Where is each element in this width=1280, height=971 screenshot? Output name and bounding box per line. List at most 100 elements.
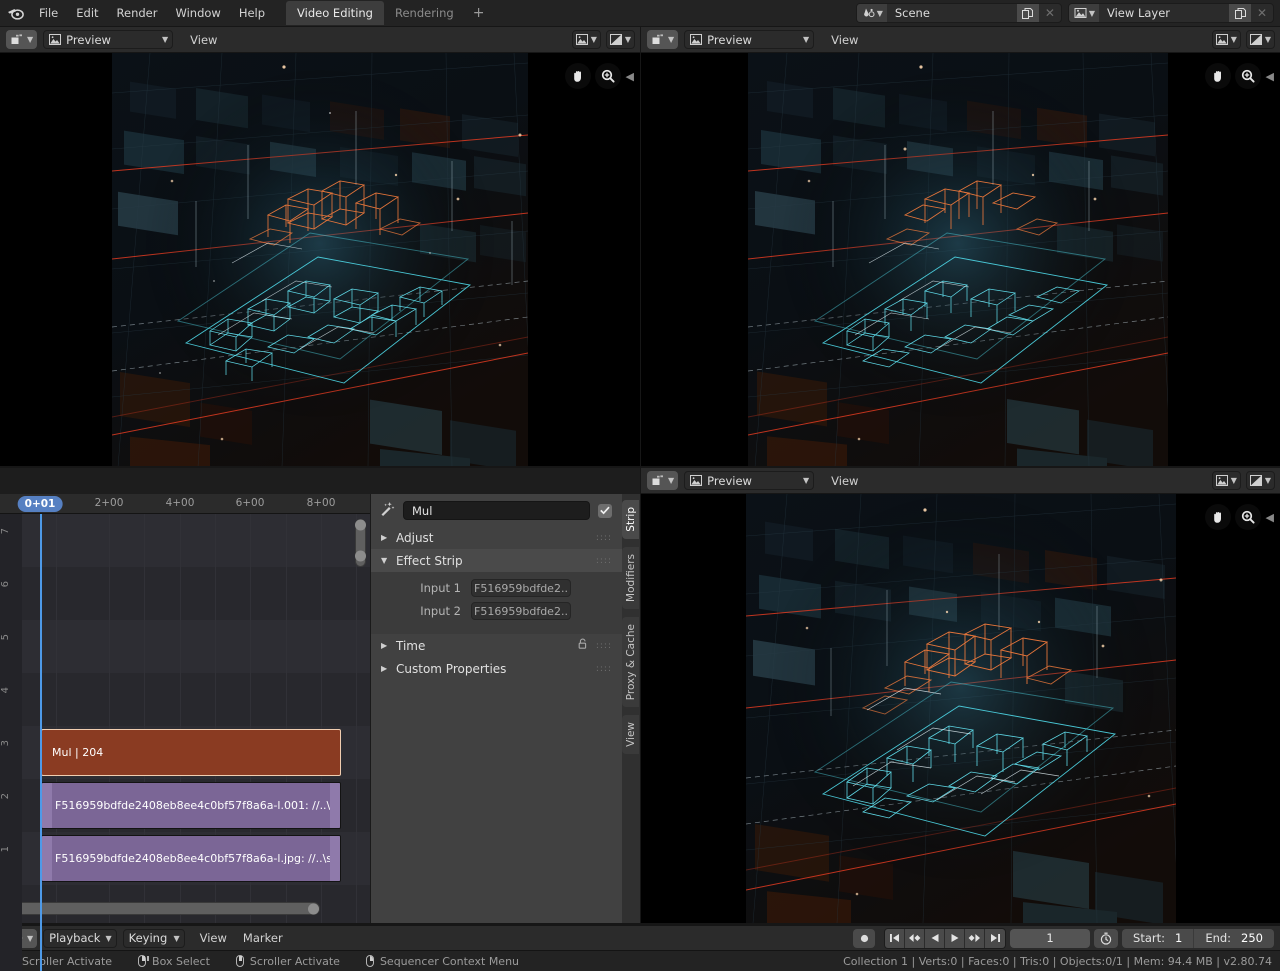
start-label: Start: — [1133, 931, 1165, 945]
image-alpha-icon[interactable]: ▼ — [606, 30, 635, 49]
view-layer-id-block: ▼ View Layer ✕ — [1068, 3, 1274, 23]
panel-header-effect-strip[interactable]: ▼ Effect Strip :::: — [371, 549, 622, 572]
record-keyframe-icon[interactable] — [853, 929, 875, 948]
image-alpha-icon[interactable]: ▼ — [1246, 471, 1275, 490]
preview-bottom-right[interactable]: ◀ — [641, 494, 1280, 923]
view-layer-icon[interactable]: ▼ — [1069, 3, 1099, 23]
preview-overlay-controls-bottom-right: ◀ — [1205, 504, 1274, 530]
input-2-field[interactable]: F516959bdfde2.. — [471, 602, 571, 620]
menu-edit[interactable]: Edit — [67, 3, 107, 23]
tab-view[interactable]: View — [622, 715, 639, 754]
current-frame-field[interactable]: 1 — [1010, 929, 1090, 948]
sequencer-vertical-scrollbar[interactable] — [355, 519, 366, 567]
zoom-in-icon[interactable] — [595, 63, 621, 89]
image-display-channel-icon[interactable]: ▼ — [1212, 30, 1241, 49]
playhead[interactable] — [40, 514, 42, 971]
frame-range-icon[interactable] — [1094, 929, 1118, 948]
display-mode-dropdown[interactable]: Preview ▼ — [684, 30, 814, 49]
input-1-field[interactable]: F516959bdfde2.. — [471, 579, 571, 597]
menu-render[interactable]: Render — [108, 3, 167, 23]
editor-type-button[interactable]: ▼ — [6, 30, 37, 49]
preview-menu-view[interactable]: View — [182, 31, 225, 49]
hand-pan-icon[interactable] — [1205, 63, 1231, 89]
image-icon — [49, 34, 61, 45]
workspace-tab-rendering[interactable]: Rendering — [384, 1, 465, 25]
timeline-menu-marker[interactable]: Marker — [235, 929, 291, 947]
view-layer-name-field[interactable]: View Layer — [1099, 3, 1229, 23]
display-mode-label: Preview — [707, 33, 752, 47]
menu-file[interactable]: File — [30, 3, 67, 23]
end-frame-field[interactable]: End: 250 — [1194, 929, 1274, 948]
zoom-in-icon[interactable] — [1235, 504, 1261, 530]
start-frame-field[interactable]: Start: 1 — [1122, 929, 1194, 948]
panel-header-custom-properties[interactable]: ▶ Custom Properties :::: — [371, 657, 622, 680]
tab-proxy-cache[interactable]: Proxy & Cache — [622, 617, 639, 707]
unlocked-icon[interactable] — [577, 638, 589, 653]
tab-modifiers[interactable]: Modifiers — [622, 547, 639, 609]
editor-type-button[interactable]: ▼ — [647, 471, 678, 490]
image-display-channel-icon[interactable]: ▼ — [1212, 471, 1241, 490]
sequencer-time-ruler[interactable]: 2+00 4+00 6+00 8+00 0+01 — [0, 494, 370, 514]
current-frame-indicator[interactable]: 0+01 — [18, 496, 63, 512]
view-layer-new-copy-button[interactable] — [1229, 3, 1251, 23]
scene-icon[interactable]: ▼ — [857, 3, 887, 23]
editor-type-button[interactable]: ▼ — [647, 30, 678, 49]
display-mode-dropdown[interactable]: Preview ▼ — [43, 30, 173, 49]
strip-handle-left[interactable] — [42, 783, 52, 828]
grip-dots-icon[interactable]: :::: — [596, 666, 612, 672]
timeline-menu-view[interactable]: View — [192, 929, 235, 947]
table-row[interactable]: Mul | 204 — [41, 729, 341, 776]
area-splitter-timeline[interactable] — [0, 923, 1280, 925]
hand-pan-icon[interactable] — [1205, 504, 1231, 530]
keying-dropdown[interactable]: Keying ▼ — [123, 929, 185, 948]
scene-name-field[interactable]: Scene — [887, 3, 1017, 23]
preview-top-right[interactable]: ◀ — [641, 53, 1280, 467]
strip-enabled-checkbox[interactable] — [598, 504, 612, 518]
chevron-left-icon[interactable]: ◀ — [1266, 511, 1274, 524]
menu-help[interactable]: Help — [230, 3, 274, 23]
jump-to-next-keyframe-icon[interactable] — [965, 929, 985, 948]
strip-label-mul: Mul | 204 — [42, 746, 103, 759]
jump-to-prev-keyframe-icon[interactable] — [905, 929, 925, 948]
view-layer-unlink-icon[interactable]: ✕ — [1251, 3, 1273, 23]
play-icon[interactable] — [945, 929, 965, 948]
zoom-in-icon[interactable] — [1235, 63, 1261, 89]
scene-unlink-icon[interactable]: ✕ — [1039, 3, 1061, 23]
preview-top-right-header: ▼ Preview ▼ View ▼ — [641, 27, 1280, 53]
area-splitter-vertical-top[interactable] — [640, 27, 641, 467]
table-row[interactable]: F516959bdfde2408eb8ee4c0bf57f8a6a-l.001:… — [41, 782, 341, 829]
image-display-channel-icon[interactable]: ▼ — [572, 30, 601, 49]
grip-dots-icon[interactable]: :::: — [596, 535, 612, 541]
play-reverse-icon[interactable] — [925, 929, 945, 948]
panel-header-time[interactable]: ▶ Time :::: — [371, 634, 622, 657]
jump-to-start-icon[interactable] — [885, 929, 905, 948]
hand-pan-icon[interactable] — [565, 63, 591, 89]
preview-menu-view[interactable]: View — [823, 31, 866, 49]
tab-strip[interactable]: Strip — [622, 500, 639, 539]
preview-menu-view[interactable]: View — [823, 472, 866, 490]
blender-logo-icon[interactable] — [0, 6, 30, 20]
display-mode-dropdown[interactable]: Preview ▼ — [684, 471, 814, 490]
preview-top-left[interactable]: ◀ — [0, 53, 640, 467]
panel-header-adjust[interactable]: ▶ Adjust :::: — [371, 526, 622, 549]
area-splitter-vertical-bottom[interactable] — [640, 468, 641, 923]
strip-name-field[interactable]: Mul — [403, 501, 590, 520]
workspace-tab-video-editing[interactable]: Video Editing — [286, 1, 384, 25]
add-workspace-button[interactable]: + — [465, 1, 493, 25]
table-row[interactable]: F516959bdfde2408eb8ee4c0bf57f8a6a-l.jpg:… — [41, 835, 341, 882]
menu-window[interactable]: Window — [166, 3, 229, 23]
strip-handle-right[interactable] — [330, 783, 340, 828]
property-row-input-1: Input 1 F516959bdfde2.. — [381, 579, 612, 597]
scene-new-copy-button[interactable] — [1017, 3, 1039, 23]
chevron-left-icon[interactable]: ◀ — [1266, 70, 1274, 83]
chevron-left-icon[interactable]: ◀ — [626, 70, 634, 83]
jump-to-end-icon[interactable] — [985, 929, 1005, 948]
sequencer-horizontal-scrollbar[interactable] — [10, 902, 320, 915]
playback-dropdown[interactable]: Playback ▼ — [43, 929, 116, 948]
area-splitter-horizontal[interactable] — [0, 466, 1280, 468]
grip-dots-icon[interactable]: :::: — [596, 643, 612, 649]
strip-handle-right[interactable] — [330, 836, 340, 881]
grip-dots-icon[interactable]: :::: — [596, 558, 612, 564]
image-alpha-icon[interactable]: ▼ — [1246, 30, 1275, 49]
strip-handle-left[interactable] — [42, 836, 52, 881]
